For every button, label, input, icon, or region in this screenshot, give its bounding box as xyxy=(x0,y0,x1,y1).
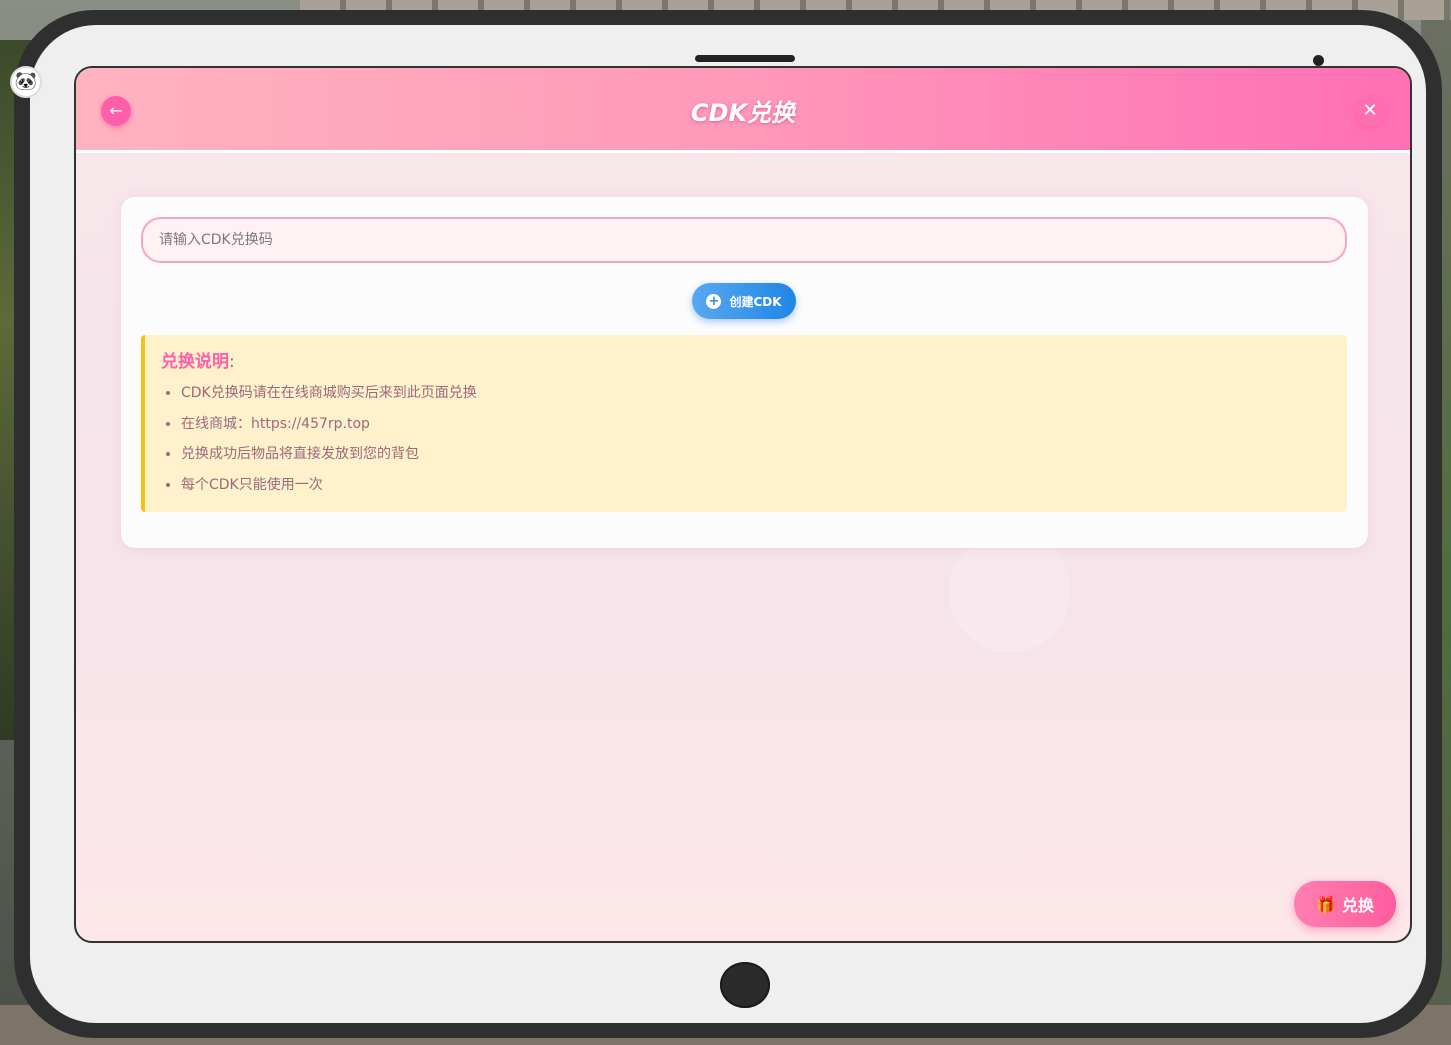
instructions-panel: 兑换说明: CDK兑换码请在在线商城购买后来到此页面兑换 在线商城：https:… xyxy=(141,335,1347,512)
cdk-code-input[interactable] xyxy=(141,217,1347,263)
plus-circle-icon: + xyxy=(706,293,722,309)
redeem-button[interactable]: 🎁 兑换 xyxy=(1294,881,1396,927)
create-cdk-label: 创建CDK xyxy=(729,294,782,309)
header-bar: ← CDK兑换 ✕ xyxy=(76,68,1410,153)
instructions-title-colon: : xyxy=(229,352,235,372)
close-icon[interactable]: ✕ xyxy=(1355,96,1385,126)
instruction-item: CDK兑换码请在在线商城购买后来到此页面兑换 xyxy=(181,378,1331,409)
redeem-button-label: 兑换 xyxy=(1341,896,1374,915)
instructions-title: 兑换说明: xyxy=(161,347,1331,372)
instruction-item: 兑换成功后物品将直接发放到您的背包 xyxy=(181,439,1331,470)
home-button[interactable] xyxy=(720,962,770,1008)
cat-avatar-icon: 🐼 xyxy=(10,66,42,98)
create-cdk-button[interactable]: + 创建CDK xyxy=(692,283,796,319)
instructions-title-text: 兑换说明 xyxy=(161,352,229,372)
instruction-item: 每个CDK只能使用一次 xyxy=(181,470,1331,501)
instructions-list: CDK兑换码请在在线商城购买后来到此页面兑换 在线商城：https://457r… xyxy=(161,378,1331,500)
tablet-camera xyxy=(1313,55,1324,66)
instruction-item: 在线商城：https://457rp.top xyxy=(181,409,1331,440)
tablet-frame: ← CDK兑换 ✕ + 创建CDK 兑换说明: CDK兑换码请在在线商城购买后来… xyxy=(14,10,1442,1038)
tablet-speaker xyxy=(695,55,795,62)
gift-icon: 🎁 xyxy=(1316,894,1336,914)
page-title: CDK兑换 xyxy=(690,99,796,127)
cdk-card: + 创建CDK 兑换说明: CDK兑换码请在在线商城购买后来到此页面兑换 在线商… xyxy=(121,197,1368,548)
tablet-screen: ← CDK兑换 ✕ + 创建CDK 兑换说明: CDK兑换码请在在线商城购买后来… xyxy=(74,66,1412,943)
